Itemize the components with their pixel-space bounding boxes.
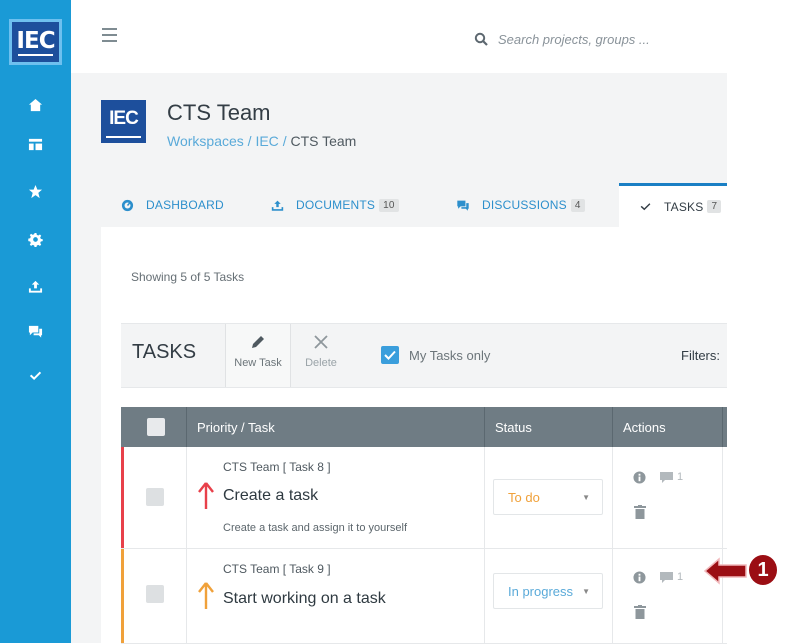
select-all-cell — [121, 407, 187, 447]
tab-dashboard[interactable]: DASHBOARD — [121, 183, 224, 227]
main-content: IEC CTS Team Workspaces / IEC / CTS Team… — [71, 73, 727, 644]
breadcrumb-iec[interactable]: IEC — [255, 133, 278, 149]
breadcrumb-workspaces[interactable]: Workspaces — [167, 133, 244, 149]
toolbar-title: TASKS — [132, 341, 197, 363]
tasks-toolbar: TASKS New Task Delete My Tasks only Filt… — [121, 323, 727, 388]
checkmark-icon — [384, 350, 396, 360]
select-all-checkbox[interactable] — [147, 418, 165, 436]
trash-icon[interactable] — [634, 505, 646, 519]
row-checkbox[interactable] — [146, 488, 164, 506]
tab-discussions[interactable]: DISCUSSIONS 4 — [456, 183, 585, 227]
my-tasks-label[interactable]: My Tasks only — [409, 348, 490, 363]
info-icon[interactable] — [633, 571, 646, 584]
tab-documents[interactable]: DOCUMENTS 10 — [271, 183, 399, 227]
upload-icon[interactable] — [0, 275, 71, 297]
row-checkbox[interactable] — [146, 585, 164, 603]
status-select[interactable]: To do ▼ — [493, 479, 603, 515]
tab-bar: DASHBOARD DOCUMENTS 10 DISCUSSIONS 4 TAS… — [101, 183, 727, 227]
table-header: Priority / Task Status Actions — [121, 407, 727, 447]
tab-tasks[interactable]: TASKS 7 — [619, 183, 727, 227]
tasks-table: Priority / Task Status Actions CTS Team … — [121, 407, 727, 644]
close-icon — [314, 335, 328, 349]
chevron-down-icon: ▼ — [582, 587, 590, 596]
callout-number: 1 — [749, 555, 777, 585]
app-logo-text: IEC — [16, 28, 55, 54]
priority-high-arrow-icon — [198, 482, 214, 509]
chevron-down-icon: ▼ — [582, 493, 590, 502]
documents-count-badge: 10 — [379, 198, 399, 212]
tasks-summary: Showing 5 of 5 Tasks — [131, 270, 245, 284]
info-icon[interactable] — [633, 471, 646, 484]
discussions-icon — [456, 199, 470, 212]
task-group: CTS Team [ Task 8 ] — [223, 460, 331, 474]
task-name-link[interactable]: Create a task — [223, 487, 318, 505]
comment-icon[interactable] — [660, 572, 673, 583]
hamburger-menu-icon[interactable] — [102, 28, 117, 42]
search-icon[interactable] — [474, 32, 488, 46]
delete-button[interactable]: Delete — [289, 324, 353, 387]
top-bar: Search projects, groups ... — [71, 0, 793, 73]
header-status[interactable]: Status — [485, 407, 613, 447]
callout-arrow-icon — [703, 557, 747, 585]
status-select[interactable]: In progress ▼ — [493, 573, 603, 609]
breadcrumb: Workspaces / IEC / CTS Team — [167, 133, 357, 149]
upload-icon — [271, 199, 284, 212]
discussions-count-badge: 4 — [570, 198, 585, 212]
new-task-button[interactable]: New Task — [225, 324, 291, 387]
gear-icon[interactable] — [0, 228, 71, 250]
header-actions: Actions — [613, 407, 723, 447]
star-icon[interactable] — [0, 180, 71, 202]
page-title: CTS Team — [167, 100, 271, 125]
sidebar: IEC — [0, 0, 71, 643]
priority-medium-arrow-icon — [198, 582, 214, 609]
task-description: Create a task and assign it to yourself — [223, 522, 408, 534]
app-logo[interactable]: IEC — [9, 19, 62, 65]
task-group: CTS Team [ Task 9 ] — [223, 562, 331, 576]
check-icon[interactable] — [0, 364, 71, 386]
dashboard-icon[interactable] — [0, 133, 71, 155]
home-icon[interactable] — [0, 94, 71, 116]
my-tasks-checkbox[interactable] — [381, 346, 399, 364]
comment-count: 1 — [677, 571, 684, 583]
search-input[interactable]: Search projects, groups ... — [498, 32, 650, 47]
header-priority-task[interactable]: Priority / Task — [187, 407, 485, 447]
breadcrumb-current: CTS Team — [290, 133, 357, 149]
dashboard-gauge-icon — [121, 199, 134, 212]
comment-count: 1 — [677, 471, 684, 483]
discussions-icon[interactable] — [0, 320, 71, 342]
filters-label[interactable]: Filters: — [681, 348, 720, 363]
tasks-panel: Showing 5 of 5 Tasks TASKS New Task Dele… — [101, 227, 727, 644]
table-row[interactable]: CTS Team [ Task 9 ] Start working on a t… — [121, 549, 727, 644]
trash-icon[interactable] — [634, 605, 646, 619]
table-row[interactable]: CTS Team [ Task 8 ] Create a task Create… — [121, 447, 727, 549]
task-name-link[interactable]: Start working on a task — [223, 590, 386, 608]
team-logo: IEC — [101, 100, 146, 143]
pencil-icon — [252, 336, 264, 348]
tasks-count-badge: 7 — [707, 200, 722, 213]
comment-icon[interactable] — [660, 472, 673, 483]
check-icon — [639, 200, 652, 213]
